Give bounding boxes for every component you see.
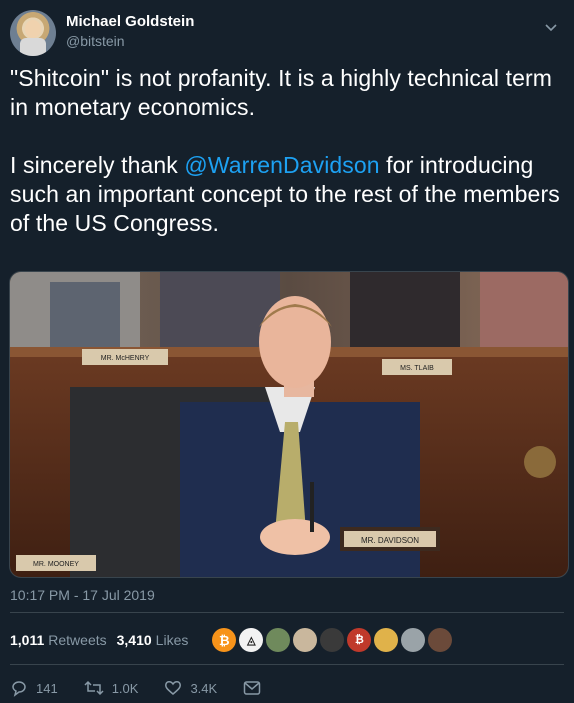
divider: [10, 612, 564, 613]
retweet-label: Retweets: [48, 632, 107, 648]
liker-avatar[interactable]: ₿: [347, 628, 372, 652]
like-action-count: 3.4K: [190, 680, 218, 696]
like-button[interactable]: 3.4K: [164, 679, 217, 697]
tweet-actions: 141 1.0K 3.4K: [10, 676, 295, 700]
liker-bitcoin-avatar[interactable]: ₿: [212, 628, 237, 652]
mention-link[interactable]: @WarrenDavidson: [184, 152, 379, 178]
liker-doge-avatar[interactable]: [374, 628, 399, 652]
reply-count: 141: [36, 680, 58, 696]
author-name[interactable]: Michael Goldstein: [66, 13, 194, 30]
liker-avatar[interactable]: [266, 628, 291, 652]
tweet-header: Michael Goldstein @bitstein: [10, 10, 564, 58]
direct-message-button[interactable]: [243, 680, 269, 696]
reply-button[interactable]: 141: [10, 679, 58, 697]
liker-avatar[interactable]: [293, 628, 318, 652]
liker-avatar[interactable]: [428, 628, 453, 652]
mail-icon: [243, 681, 261, 695]
chevron-down-icon[interactable]: [544, 20, 558, 34]
tweet-paragraph-2: I sincerely thank @WarrenDavidson for in…: [10, 151, 566, 238]
like-label: Likes: [155, 632, 189, 648]
nameplate-tlaib: MS. TLAIB: [400, 365, 434, 372]
author-handle[interactable]: @bitstein: [66, 33, 125, 49]
tweet-timestamp[interactable]: 10:17 PM - 17 Jul 2019: [10, 587, 155, 603]
retweet-stat[interactable]: 1,011 Retweets: [10, 632, 107, 648]
divider: [10, 664, 564, 665]
nameplate-mooney: MR. MOONEY: [33, 561, 79, 568]
liker-avatar[interactable]: [320, 628, 345, 652]
tweet-text: "Shitcoin" is not profanity. It is a hig…: [10, 64, 566, 238]
avatar-shirt: [20, 38, 46, 56]
nameplate-davidson: MR. DAVIDSON: [361, 536, 419, 545]
heart-icon: [165, 681, 182, 695]
avatar-face: [25, 20, 41, 38]
engagement-stats: 1,011 Retweets 3,410 Likes ₿ ◬ ₿: [10, 625, 455, 655]
liker-avatars: ₿ ◬ ₿: [212, 628, 455, 652]
tweet-text-before-mention: I sincerely thank: [10, 152, 185, 178]
retweet-action-count: 1.0K: [111, 680, 139, 696]
like-count: 3,410: [116, 632, 152, 648]
retweet-button[interactable]: 1.0K: [84, 679, 139, 697]
tweet-paragraph-1: "Shitcoin" is not profanity. It is a hig…: [10, 65, 552, 120]
retweet-icon: [84, 680, 104, 696]
retweet-count: 1,011: [10, 632, 45, 648]
video-frame: MR. DAVIDSON MR. McHENRY MS. TLAIB MR. M…: [10, 272, 568, 577]
reply-icon: [12, 681, 26, 697]
liker-avatar[interactable]: [401, 628, 426, 652]
liker-eye-avatar[interactable]: ◬: [239, 628, 264, 652]
tweet-media-video[interactable]: MR. DAVIDSON MR. McHENRY MS. TLAIB MR. M…: [9, 271, 569, 578]
avatar[interactable]: [10, 10, 56, 56]
like-stat[interactable]: 3,410 Likes: [117, 632, 189, 648]
nameplate-mchenry: MR. McHENRY: [101, 355, 150, 362]
